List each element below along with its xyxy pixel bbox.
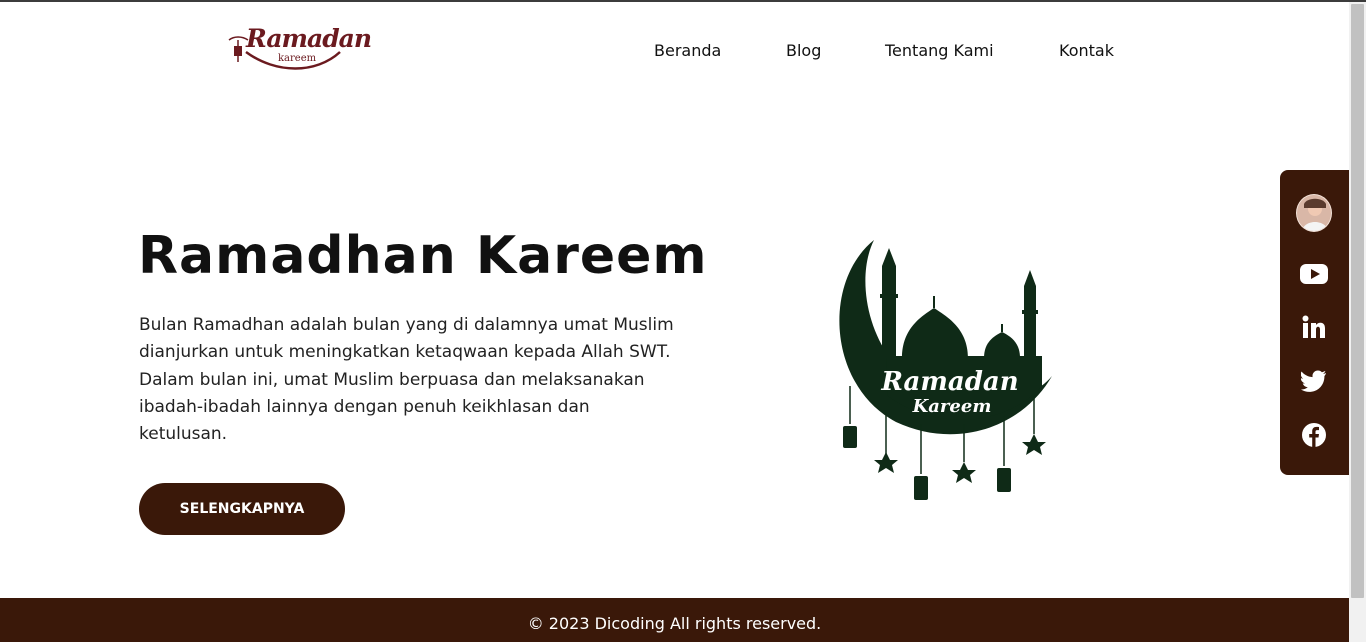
- footer-copyright: © 2023 Dicoding All rights reserved.: [527, 614, 822, 633]
- illustration-text-kareem: Kareem: [912, 396, 992, 417]
- social-sidebar: [1280, 170, 1349, 475]
- illustration-text-ramadan: Ramadan: [880, 367, 1018, 397]
- hero-title: Ramadhan Kareem: [138, 226, 708, 286]
- hero-description: Bulan Ramadhan adalah bulan yang di dala…: [139, 315, 674, 445]
- facebook-icon[interactable]: [1296, 417, 1332, 453]
- nav-kontak[interactable]: Kontak: [1059, 41, 1114, 60]
- window-top-border: [0, 0, 1366, 2]
- page-scrollbar[interactable]: [1349, 2, 1366, 642]
- profile-avatar[interactable]: [1296, 194, 1332, 232]
- nav-blog[interactable]: Blog: [786, 41, 821, 60]
- twitter-icon[interactable]: [1296, 363, 1332, 399]
- logo-text: Ramadan: [246, 24, 372, 53]
- avatar: [1296, 194, 1332, 232]
- site-footer: © 2023 Dicoding All rights reserved.: [0, 598, 1349, 642]
- site-logo[interactable]: Ramadan kareem: [226, 22, 372, 74]
- scrollbar-thumb[interactable]: [1351, 4, 1364, 598]
- youtube-icon[interactable]: [1296, 256, 1332, 292]
- linkedin-icon[interactable]: [1296, 309, 1332, 345]
- logo-subtext: kareem: [278, 53, 317, 64]
- nav-tentang-kami[interactable]: Tentang Kami: [885, 41, 994, 60]
- selengkapnya-button[interactable]: SELENGKAPNYA: [139, 483, 345, 535]
- nav-beranda[interactable]: Beranda: [654, 41, 721, 60]
- ramadan-mosque-illustration: Ramadan Kareem: [839, 240, 1052, 500]
